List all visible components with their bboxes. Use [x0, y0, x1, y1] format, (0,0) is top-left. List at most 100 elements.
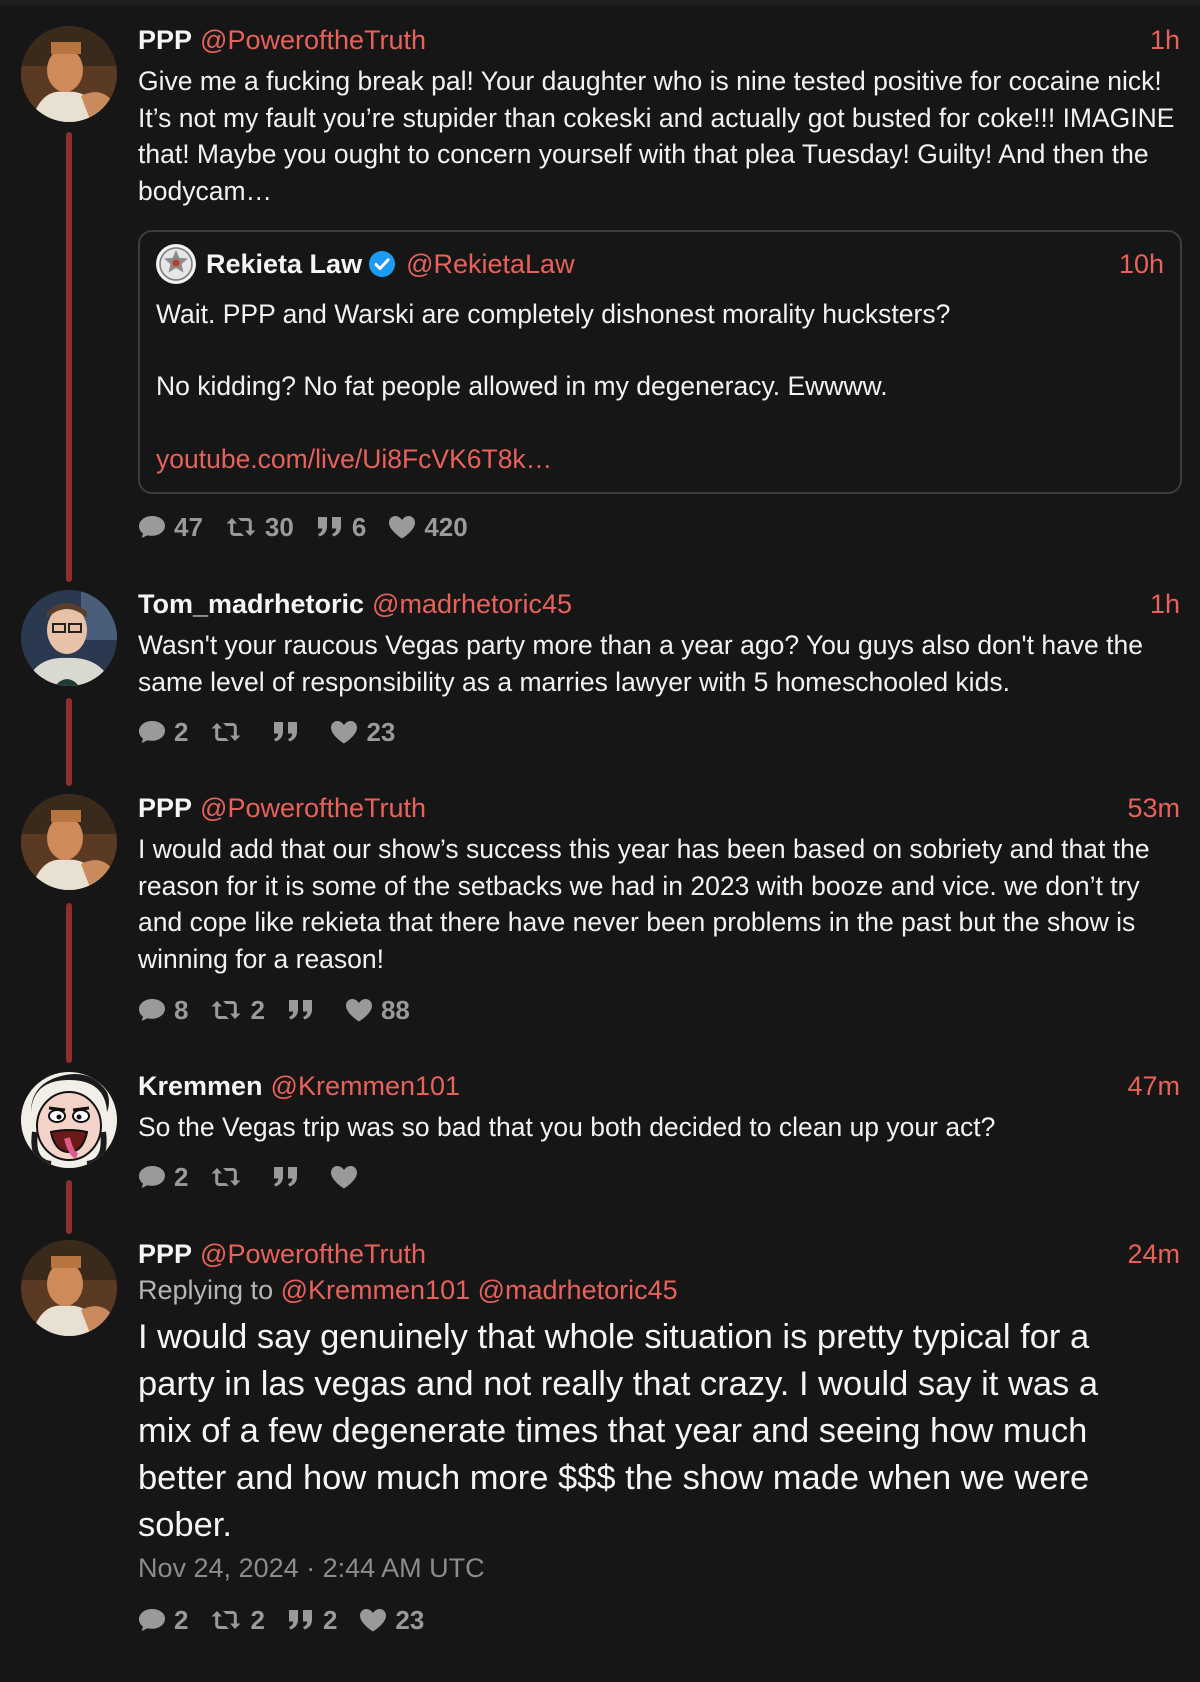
timestamp[interactable]: 47m: [1127, 1068, 1180, 1104]
avatar[interactable]: [21, 1240, 117, 1336]
tweet-header: Tom_madrhetoric @madrhetoric45 1h: [138, 586, 1180, 622]
retweet-button[interactable]: 2: [210, 1603, 265, 1637]
reply-button[interactable]: 2: [138, 1160, 188, 1194]
quote-button[interactable]: [272, 1165, 308, 1189]
avatar[interactable]: [21, 1072, 117, 1168]
like-button[interactable]: 23: [330, 715, 395, 749]
retweet-button[interactable]: [210, 1165, 250, 1189]
quote-icon: [272, 1165, 300, 1189]
tweet-text: Wasn't your raucous Vegas party more tha…: [138, 630, 1143, 697]
quote-button[interactable]: [287, 998, 323, 1022]
quote-button[interactable]: 6: [316, 510, 366, 544]
tweet[interactable]: PPP @PoweroftheTruth 53m I would add that…: [0, 768, 1200, 1038]
timestamp[interactable]: 1h: [1150, 22, 1180, 58]
quoted-tweet[interactable]: Rekieta Law @RekietaLaw 10h Wait. PPP an…: [138, 230, 1182, 494]
like-count: 23: [366, 717, 396, 747]
tweet-text: Give me a fucking break pal! Your daught…: [138, 66, 1175, 206]
timestamp[interactable]: 24m: [1127, 1236, 1180, 1272]
retweet-icon: [225, 515, 257, 539]
like-button[interactable]: 420: [388, 510, 468, 544]
comment-icon: [138, 998, 166, 1022]
reply-count: 2: [174, 1162, 189, 1192]
quote-button[interactable]: 2: [287, 1603, 337, 1637]
retweet-icon: [210, 1608, 242, 1632]
reply-count: 2: [174, 717, 189, 747]
like-button[interactable]: [330, 1165, 366, 1189]
tweet-stats: 47 30 6 420: [138, 510, 490, 544]
comment-icon: [138, 720, 166, 744]
verified-badge-icon: [368, 250, 396, 278]
quoted-tweet-text: No kidding? No fat people allowed in my …: [156, 371, 888, 401]
username[interactable]: @Kremmen101: [271, 1071, 461, 1101]
tweet-stats: 2: [138, 1160, 388, 1194]
tweet-stats: 8 2 88: [138, 993, 432, 1027]
timestamp[interactable]: 53m: [1127, 790, 1180, 826]
avatar[interactable]: [21, 794, 117, 890]
retweet-count: 2: [250, 1605, 265, 1635]
main-tweet[interactable]: PPP @PoweroftheTruth 24m Replying to @Kre…: [0, 1214, 1200, 1674]
tweet-header: PPP @PoweroftheTruth 53m: [138, 790, 1180, 826]
comment-icon: [138, 515, 166, 539]
retweet-icon: [210, 998, 242, 1022]
retweet-icon: [210, 1165, 242, 1189]
reply-count: 47: [174, 512, 203, 542]
username[interactable]: @RekietaLaw: [406, 244, 575, 284]
retweet-button[interactable]: 2: [210, 993, 265, 1027]
reply-button[interactable]: 2: [138, 1603, 188, 1637]
replying-to: Replying to @Kremmen101 @madrhetoric45: [138, 1272, 678, 1308]
tweet[interactable]: Kremmen @Kremmen101 47m So the Vegas trip…: [0, 1046, 1200, 1216]
tweet-header: PPP @PoweroftheTruth 24m: [138, 1236, 1180, 1272]
reply-button[interactable]: 2: [138, 715, 188, 749]
sheriff-star-icon: [159, 247, 193, 281]
tweet-date[interactable]: Nov 24, 2024 · 2:44 AM UTC: [138, 1550, 485, 1586]
tweet-header: Kremmen @Kremmen101 47m: [138, 1068, 1180, 1104]
quote-icon: [287, 998, 315, 1022]
reply-button[interactable]: 47: [138, 510, 203, 544]
display-name[interactable]: PPP: [138, 1239, 192, 1269]
display-name[interactable]: PPP: [138, 793, 192, 823]
like-button[interactable]: 88: [345, 993, 410, 1027]
quote-icon: [287, 1608, 315, 1632]
tweet[interactable]: PPP @PoweroftheTruth 1h Give me a fucking…: [0, 0, 1200, 560]
username[interactable]: @madrhetoric45: [372, 589, 572, 619]
reply-count: 8: [174, 995, 189, 1025]
tweet-stats: 2 23: [138, 715, 417, 749]
like-count: 420: [424, 512, 468, 542]
avatar[interactable]: [21, 590, 117, 686]
comment-icon: [138, 1165, 166, 1189]
display-name[interactable]: Kremmen: [138, 1071, 263, 1101]
heart-icon: [359, 1608, 387, 1632]
retweet-button[interactable]: [210, 720, 250, 744]
heart-icon: [330, 720, 358, 744]
avatar[interactable]: [21, 26, 117, 122]
quote-button[interactable]: [272, 720, 308, 744]
username[interactable]: @PoweroftheTruth: [200, 1239, 426, 1269]
quote-icon: [272, 720, 300, 744]
tweet-text: I would say genuinely that whole situati…: [138, 1318, 1099, 1544]
tweet[interactable]: Tom_madrhetoric @madrhetoric45 1h Wasn't …: [0, 564, 1200, 764]
reply-button[interactable]: 8: [138, 993, 188, 1027]
quoted-tweet-link[interactable]: youtube.com/live/Ui8FcVK6T8k…: [156, 441, 1164, 477]
retweet-count: 30: [264, 512, 294, 542]
retweet-button[interactable]: 30: [225, 510, 294, 544]
like-count: 88: [380, 995, 410, 1025]
username[interactable]: @PoweroftheTruth: [200, 793, 426, 823]
timestamp[interactable]: 10h: [1119, 244, 1164, 284]
username[interactable]: @PoweroftheTruth: [200, 25, 426, 55]
like-button[interactable]: 23: [359, 1603, 424, 1637]
quote-count: 2: [322, 1605, 338, 1635]
retweet-count: 2: [250, 995, 265, 1025]
quoted-tweet-text: Wait. PPP and Warski are completely dish…: [156, 299, 951, 329]
display-name[interactable]: PPP: [138, 25, 192, 55]
avatar[interactable]: [156, 244, 196, 284]
timestamp[interactable]: 1h: [1150, 586, 1180, 622]
display-name[interactable]: Rekieta Law: [206, 244, 362, 284]
mention-link[interactable]: @Kremmen101: [281, 1275, 471, 1305]
tweet-header: PPP @PoweroftheTruth 1h: [138, 22, 1180, 58]
quote-icon: [316, 515, 344, 539]
mention-link[interactable]: @madrhetoric45: [478, 1275, 678, 1305]
quote-count: 6: [351, 512, 367, 542]
heart-icon: [330, 1165, 358, 1189]
tweet-text: I would add that our show’s success this…: [138, 834, 1150, 974]
display-name[interactable]: Tom_madrhetoric: [138, 589, 364, 619]
